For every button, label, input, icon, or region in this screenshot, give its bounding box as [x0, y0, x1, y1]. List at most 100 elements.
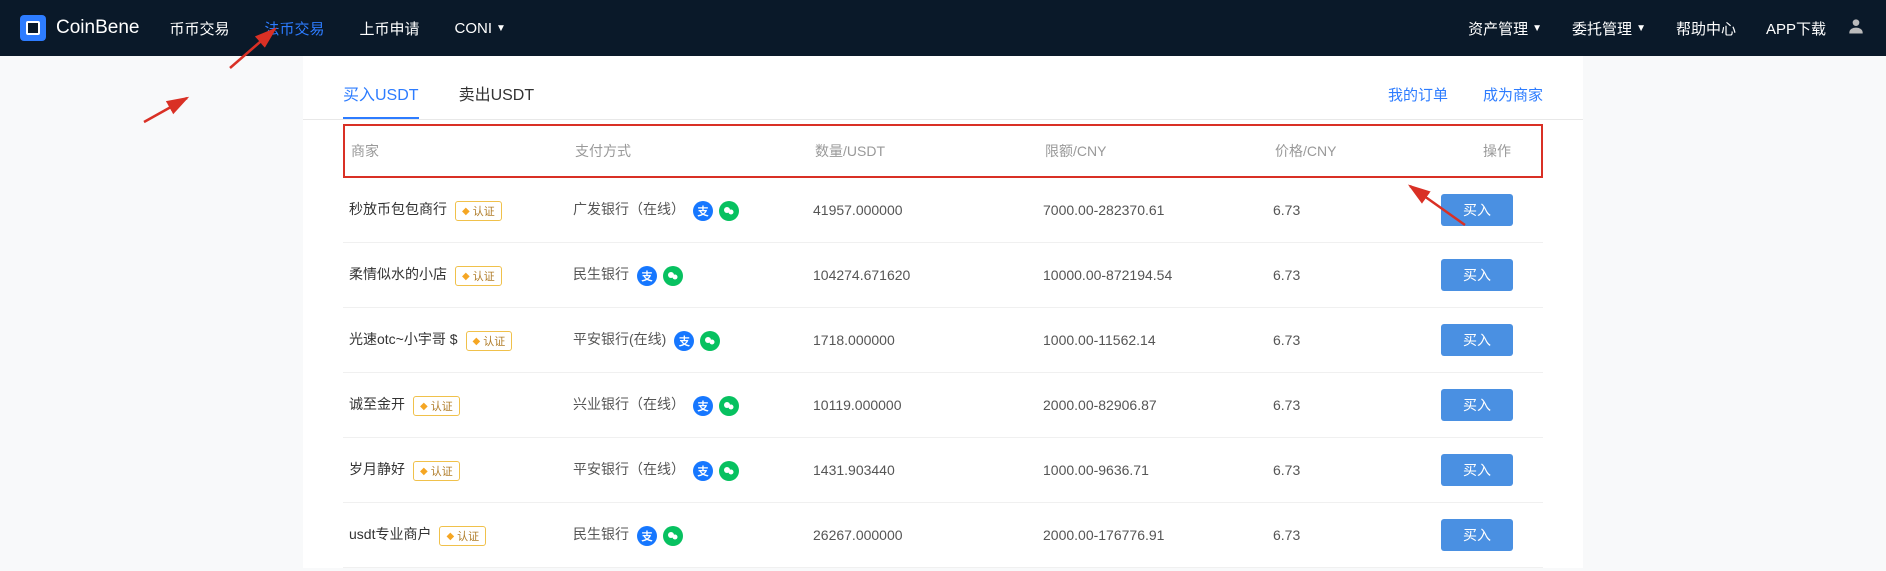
- tab-links: 我的订单 成为商家: [1388, 84, 1543, 117]
- nav-item-3[interactable]: CONI▼: [455, 18, 506, 39]
- verify-label: 认证: [483, 333, 505, 349]
- diamond-icon: ◆: [473, 336, 481, 347]
- price-cell: 6.73: [1273, 332, 1408, 348]
- nav-right: 资产管理▼ 委托管理▼ 帮助中心 APP下载: [1468, 18, 1826, 39]
- limit-cell: 7000.00-282370.61: [1043, 202, 1273, 218]
- diamond-icon: ◆: [462, 206, 470, 217]
- diamond-icon: ◆: [462, 271, 470, 282]
- wechat-icon: [663, 266, 683, 286]
- nav-right-item-1[interactable]: 委托管理▼: [1572, 18, 1646, 39]
- limit-cell: 10000.00-872194.54: [1043, 267, 1273, 283]
- payment-method: 平安银行(在线): [573, 329, 666, 349]
- buy-button[interactable]: 买入: [1441, 259, 1513, 291]
- verify-label: 认证: [473, 268, 495, 284]
- payment-method: 兴业银行（在线）: [573, 394, 685, 414]
- diamond-icon: ◆: [420, 401, 428, 412]
- amount-cell: 26267.000000: [813, 527, 1043, 543]
- header-payment: 支付方式: [575, 141, 815, 161]
- payment-method: 民生银行: [573, 524, 629, 544]
- verify-label: 认证: [431, 463, 453, 479]
- header-limit: 限额/CNY: [1045, 141, 1275, 161]
- verify-badge: ◆认证: [455, 266, 502, 286]
- wechat-icon: [719, 396, 739, 416]
- wechat-icon: [719, 461, 739, 481]
- verify-label: 认证: [431, 398, 453, 414]
- buy-button[interactable]: 买入: [1441, 389, 1513, 421]
- tab-link-1[interactable]: 成为商家: [1483, 84, 1543, 117]
- price-cell: 6.73: [1273, 202, 1408, 218]
- amount-cell: 10119.000000: [813, 397, 1043, 413]
- top-header: CoinBene 币币交易 法币交易 上币申请 CONI▼ 资产管理▼ 委托管理▼ 帮助中…: [0, 0, 1886, 56]
- nav-item-2[interactable]: 上币申请: [359, 18, 419, 39]
- payment-method: 民生银行: [573, 264, 629, 284]
- table-row: 柔情似水的小店◆认证民生银行支104274.67162010000.00-872…: [343, 243, 1543, 308]
- merchant-name: 秒放币包包商行: [349, 201, 447, 217]
- verify-badge: ◆认证: [413, 396, 460, 416]
- annotation-arrow-icon: [142, 92, 197, 132]
- nav-right-item-2[interactable]: 帮助中心: [1676, 18, 1736, 39]
- wechat-icon: [700, 331, 720, 351]
- caret-down-icon: ▼: [496, 23, 506, 34]
- verify-badge: ◆认证: [466, 331, 513, 351]
- caret-down-icon: ▼: [1636, 23, 1646, 34]
- alipay-icon: 支: [637, 266, 657, 286]
- brand-name: CoinBene: [56, 17, 139, 39]
- main-nav: 币币交易 法币交易 上币申请 CONI▼: [169, 18, 1468, 39]
- main-content: 买入USDT 卖出USDT 我的订单 成为商家 商家 支付方式 数量/USDT 限额…: [303, 56, 1583, 568]
- payment-method: 广发银行（在线）: [573, 199, 685, 219]
- header-merchant: 商家: [345, 141, 575, 161]
- price-cell: 6.73: [1273, 527, 1408, 543]
- table-row: 岁月静好◆认证平安银行（在线）支1431.9034401000.00-9636.…: [343, 438, 1543, 503]
- verify-badge: ◆认证: [439, 526, 486, 546]
- wechat-icon: [719, 201, 739, 221]
- nav-right-item-3[interactable]: APP下载: [1766, 18, 1826, 39]
- tabs-row: 买入USDT 卖出USDT 我的订单 成为商家: [303, 56, 1583, 120]
- alipay-icon: 支: [693, 461, 713, 481]
- amount-cell: 41957.000000: [813, 202, 1043, 218]
- table-row: 光速otc~小宇哥 $◆认证平安银行(在线)支1718.0000001000.0…: [343, 308, 1543, 373]
- nav-right-item-0[interactable]: 资产管理▼: [1468, 18, 1542, 39]
- verify-badge: ◆认证: [455, 201, 502, 221]
- price-cell: 6.73: [1273, 397, 1408, 413]
- merchant-name: usdt专业商户: [349, 526, 431, 542]
- limit-cell: 1000.00-11562.14: [1043, 332, 1273, 348]
- diamond-icon: ◆: [420, 466, 428, 477]
- alipay-icon: 支: [693, 201, 713, 221]
- nav-item-1[interactable]: 法币交易: [264, 18, 324, 39]
- wechat-icon: [663, 526, 683, 546]
- header-action: 操作: [1410, 141, 1541, 161]
- header-amount: 数量/USDT: [815, 141, 1045, 161]
- buy-button[interactable]: 买入: [1441, 194, 1513, 226]
- verify-badge: ◆认证: [413, 461, 460, 481]
- nav-item-0[interactable]: 币币交易: [169, 18, 229, 39]
- tab-0[interactable]: 买入USDT: [343, 81, 419, 119]
- logo[interactable]: CoinBene: [20, 15, 139, 41]
- alipay-icon: 支: [693, 396, 713, 416]
- merchant-name: 柔情似水的小店: [349, 266, 447, 282]
- table-row: 秒放币包包商行 ◆认证 广发银行（在线） 支 41957.0000007000.00-2…: [343, 178, 1543, 243]
- merchant-name: 光速otc~小宇哥 $: [349, 331, 458, 347]
- header-price: 价格/CNY: [1275, 141, 1410, 161]
- buy-button[interactable]: 买入: [1441, 324, 1513, 356]
- merchant-name: 岁月静好: [349, 461, 405, 477]
- buy-button[interactable]: 买入: [1441, 454, 1513, 486]
- limit-cell: 1000.00-9636.71: [1043, 462, 1273, 478]
- table: 商家 支付方式 数量/USDT 限额/CNY 价格/CNY 操作 秒放币包包商行…: [303, 124, 1583, 568]
- tabs: 买入USDT 卖出USDT: [343, 81, 1388, 119]
- table-row: usdt专业商户 ◆认证 民生银行支 26267.0000002000.00-1767…: [343, 503, 1543, 568]
- amount-cell: 1431.903440: [813, 462, 1043, 478]
- caret-down-icon: ▼: [1532, 23, 1542, 34]
- alipay-icon: 支: [637, 526, 657, 546]
- logo-icon: [20, 15, 46, 41]
- tab-link-0[interactable]: 我的订单: [1388, 84, 1448, 117]
- price-cell: 6.73: [1273, 267, 1408, 283]
- table-header: 商家 支付方式 数量/USDT 限额/CNY 价格/CNY 操作: [343, 124, 1543, 178]
- user-icon[interactable]: [1846, 16, 1866, 41]
- buy-button[interactable]: 买入: [1441, 519, 1513, 551]
- limit-cell: 2000.00-82906.87: [1043, 397, 1273, 413]
- tab-1[interactable]: 卖出USDT: [459, 81, 535, 119]
- limit-cell: 2000.00-176776.91: [1043, 527, 1273, 543]
- verify-label: 认证: [473, 203, 495, 219]
- merchant-name: 诚至金开: [349, 396, 405, 412]
- amount-cell: 1718.000000: [813, 332, 1043, 348]
